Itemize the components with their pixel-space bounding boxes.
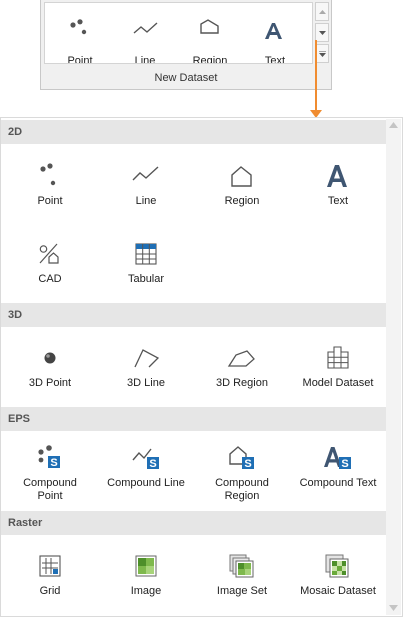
tile-3d-point-label: 3D Point <box>28 377 72 389</box>
ribbon-point-button[interactable]: Point <box>48 3 112 64</box>
gallery-scroll-up-button[interactable] <box>315 2 329 21</box>
svg-text:S: S <box>149 458 156 470</box>
section-header-raster: Raster <box>1 511 386 535</box>
ribbon-text-label: Text <box>264 55 286 64</box>
tabular-icon <box>135 243 157 265</box>
point-icon <box>40 163 56 186</box>
scroll-down-icon[interactable] <box>389 605 398 611</box>
tile-grid[interactable]: Grid <box>2 553 98 598</box>
tile-point[interactable]: Point <box>2 163 98 208</box>
tile-image-set[interactable]: Image Set <box>194 553 290 598</box>
tile-image-set-label: Image Set <box>216 585 268 597</box>
region-icon <box>231 166 252 187</box>
tile-compound-line[interactable]: S Compound Line <box>98 445 194 490</box>
image-icon <box>135 555 157 577</box>
3d-point-icon <box>44 352 56 364</box>
chevron-up-icon <box>318 9 326 14</box>
tile-mosaic-dataset[interactable]: Mosaic Dataset <box>290 553 386 598</box>
tile-compound-point[interactable]: S Compound Point <box>2 445 98 503</box>
section-header-2d: 2D <box>1 120 386 144</box>
expand-gallery-icon <box>318 50 326 57</box>
ribbon-gallery-scroller <box>315 2 329 64</box>
text-icon <box>327 165 347 187</box>
tile-image[interactable]: Image <box>98 553 194 598</box>
compound-text-icon: S <box>324 447 351 470</box>
tile-compound-region[interactable]: S Compound Region <box>194 445 290 503</box>
tile-3d-line[interactable]: 3D Line <box>98 345 194 390</box>
tile-compound-point-label: Compound Point <box>23 477 77 502</box>
tile-cad-label: CAD <box>38 273 62 285</box>
svg-text:S: S <box>244 458 251 470</box>
tile-compound-region-label: Compound Region <box>215 477 269 502</box>
tile-point-label: Point <box>37 195 63 207</box>
grid-icon <box>39 555 61 577</box>
compound-region-icon: S <box>229 446 254 470</box>
tile-line-label: Line <box>135 195 157 207</box>
gallery-expand-button[interactable] <box>315 44 329 63</box>
tile-region-label: Region <box>224 195 260 207</box>
cad-icon <box>39 243 59 264</box>
point-icon <box>70 19 87 35</box>
line-icon <box>132 166 159 181</box>
tile-3d-point[interactable]: 3D Point <box>2 345 98 390</box>
ribbon-line-button[interactable]: Line <box>113 3 177 64</box>
compound-line-icon: S <box>132 448 159 470</box>
ribbon-region-button[interactable]: Region <box>178 3 242 64</box>
chevron-down-icon <box>318 30 326 35</box>
tile-text-label: Text <box>327 195 349 207</box>
callout-arrow-line <box>315 40 317 110</box>
3d-region-icon <box>227 350 255 367</box>
tile-image-label: Image <box>130 585 162 597</box>
text-icon <box>265 23 282 39</box>
model-dataset-icon <box>327 346 349 369</box>
tile-3d-line-label: 3D Line <box>127 377 165 389</box>
ribbon-gallery: Point Line Region Text <box>44 2 313 64</box>
3d-line-icon <box>134 349 160 368</box>
ribbon-group-caption: New Dataset <box>154 72 218 84</box>
ribbon-line-label: Line <box>134 55 156 64</box>
svg-text:S: S <box>50 457 57 469</box>
svg-text:S: S <box>341 458 348 470</box>
section-header-3d: 3D <box>1 303 386 327</box>
panel-scrollbar[interactable] <box>386 119 401 615</box>
tile-tabular-label: Tabular <box>127 273 165 285</box>
ribbon-point-label: Point <box>67 55 93 64</box>
tile-cad[interactable]: CAD <box>2 241 98 286</box>
tile-compound-text-label: Compound Text <box>299 477 377 489</box>
tile-3d-region-label: 3D Region <box>216 377 268 389</box>
scroll-up-icon[interactable] <box>389 122 398 128</box>
image-set-icon <box>229 554 254 578</box>
tile-region[interactable]: Region <box>194 163 290 208</box>
tile-grid-label: Grid <box>39 585 61 597</box>
tile-compound-line-label: Compound Line <box>107 477 185 489</box>
tile-compound-text[interactable]: S Compound Text <box>290 445 386 490</box>
line-icon <box>133 22 158 34</box>
tile-3d-region[interactable]: 3D Region <box>194 345 290 390</box>
new-dataset-ribbon-group: Point Line Region Text New Dataset <box>40 0 332 90</box>
tile-tabular[interactable]: Tabular <box>98 241 194 286</box>
gallery-scroll-down-button[interactable] <box>315 23 329 42</box>
tile-mosaic-dataset-label: Mosaic Dataset <box>300 585 376 597</box>
ribbon-text-button[interactable]: Text <box>243 3 307 64</box>
region-icon <box>200 19 219 34</box>
compound-point-icon: S <box>38 445 60 469</box>
section-header-eps: EPS <box>1 407 386 431</box>
mosaic-dataset-icon <box>325 554 349 578</box>
tile-line[interactable]: Line <box>98 163 194 208</box>
tile-text[interactable]: Text <box>290 163 386 208</box>
ribbon-region-label: Region <box>192 55 228 64</box>
tile-model-dataset[interactable]: Model Dataset <box>290 345 386 390</box>
tile-model-dataset-label: Model Dataset <box>302 377 374 389</box>
